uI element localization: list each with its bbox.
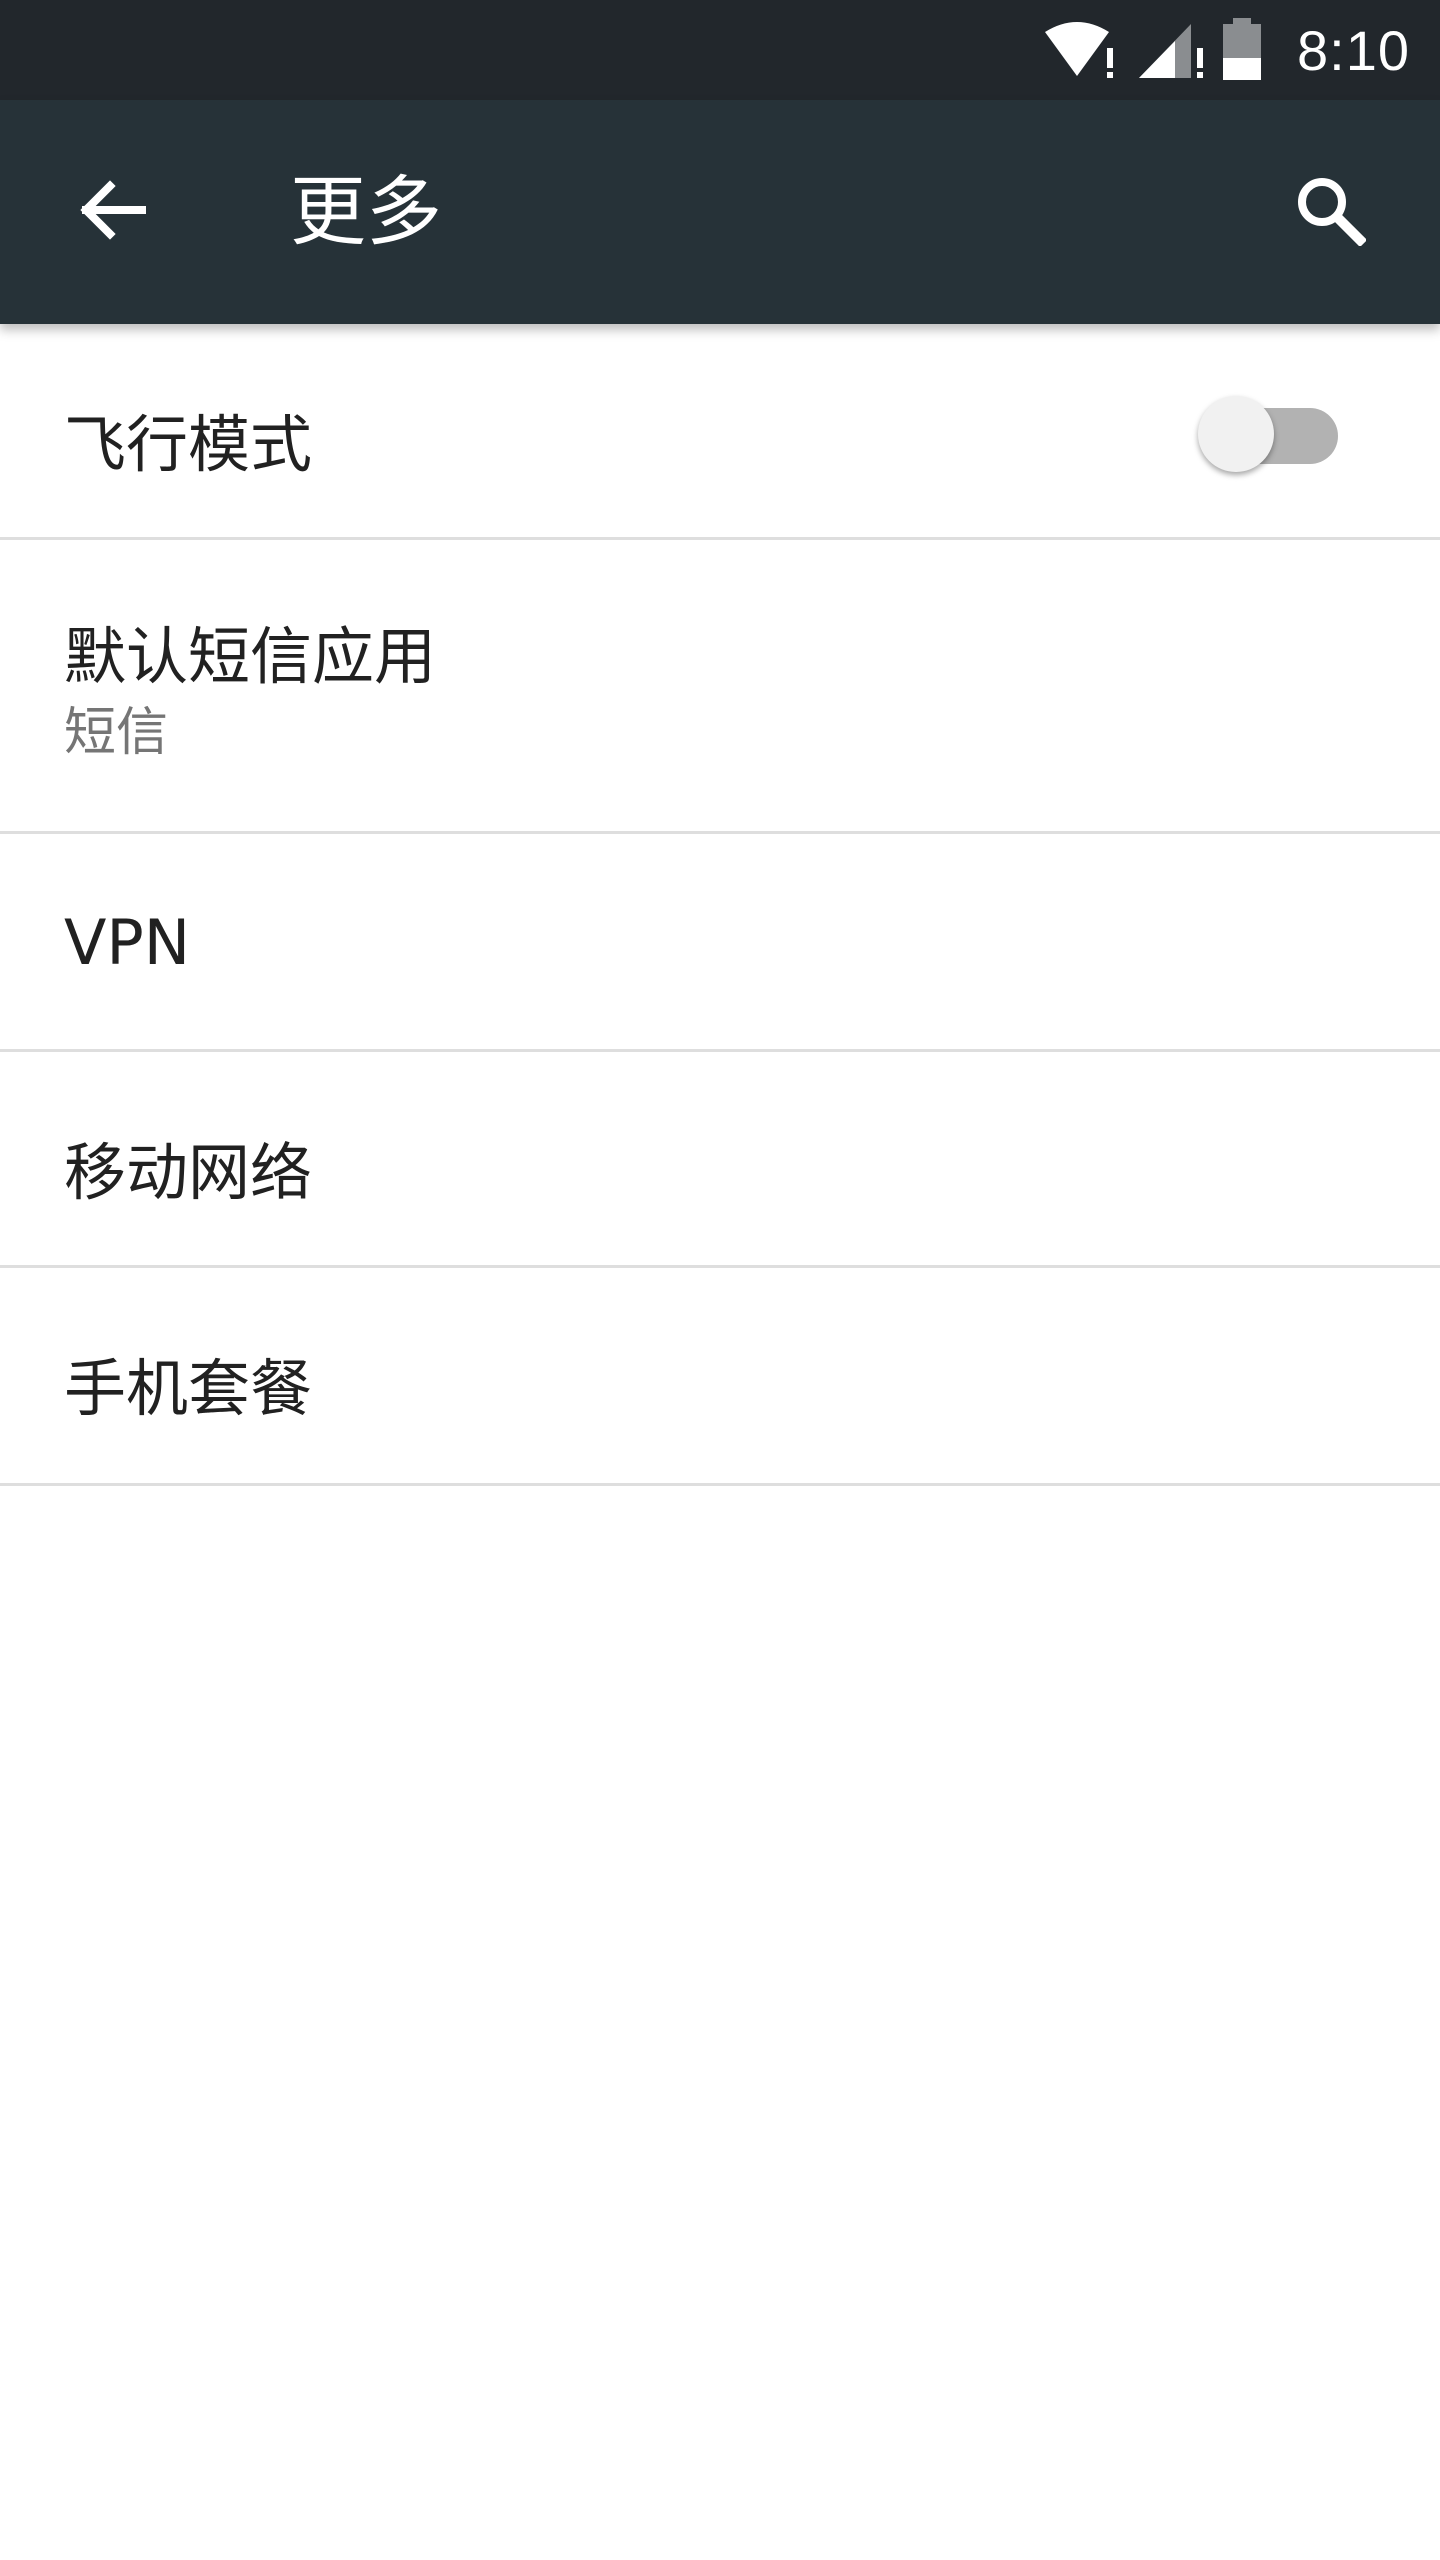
mobile-network-label: 移动网络 [64, 1136, 313, 1209]
wifi-alert-icon [1043, 18, 1123, 82]
arrow-back-icon [78, 178, 146, 246]
status-time: 8:10 [1297, 18, 1410, 82]
vpn-label: VPN [64, 906, 191, 979]
setting-vpn[interactable]: VPN [0, 834, 1440, 1052]
more-settings-screen: 8:10 更多 飞行模式 默认短信应用 短信 VPN 移动网络 手机套餐 [0, 0, 1440, 2560]
battery-icon [1221, 18, 1263, 82]
airplane-mode-toggle[interactable] [1198, 388, 1344, 478]
setting-default-sms-app[interactable]: 默认短信应用 短信 [0, 540, 1440, 834]
status-icons: 8:10 [1043, 0, 1410, 100]
toggle-thumb [1198, 396, 1274, 472]
phone-plan-label: 手机套餐 [64, 1352, 313, 1425]
setting-airplane-mode[interactable]: 飞行模式 [0, 324, 1440, 540]
app-bar: 更多 [0, 100, 1440, 324]
setting-mobile-network[interactable]: 移动网络 [0, 1052, 1440, 1268]
status-bar: 8:10 [0, 0, 1440, 100]
airplane-mode-label: 飞行模式 [64, 408, 313, 481]
setting-phone-plan[interactable]: 手机套餐 [0, 1268, 1440, 1486]
default-sms-app-label: 默认短信应用 [64, 620, 437, 693]
search-icon [1294, 174, 1368, 250]
default-sms-app-summary: 短信 [64, 703, 169, 763]
page-title: 更多 [290, 167, 442, 256]
search-button[interactable] [1270, 152, 1390, 272]
back-button[interactable] [52, 152, 172, 272]
signal-alert-icon [1137, 18, 1207, 82]
settings-list: 飞行模式 默认短信应用 短信 VPN 移动网络 手机套餐 [0, 324, 1440, 1486]
